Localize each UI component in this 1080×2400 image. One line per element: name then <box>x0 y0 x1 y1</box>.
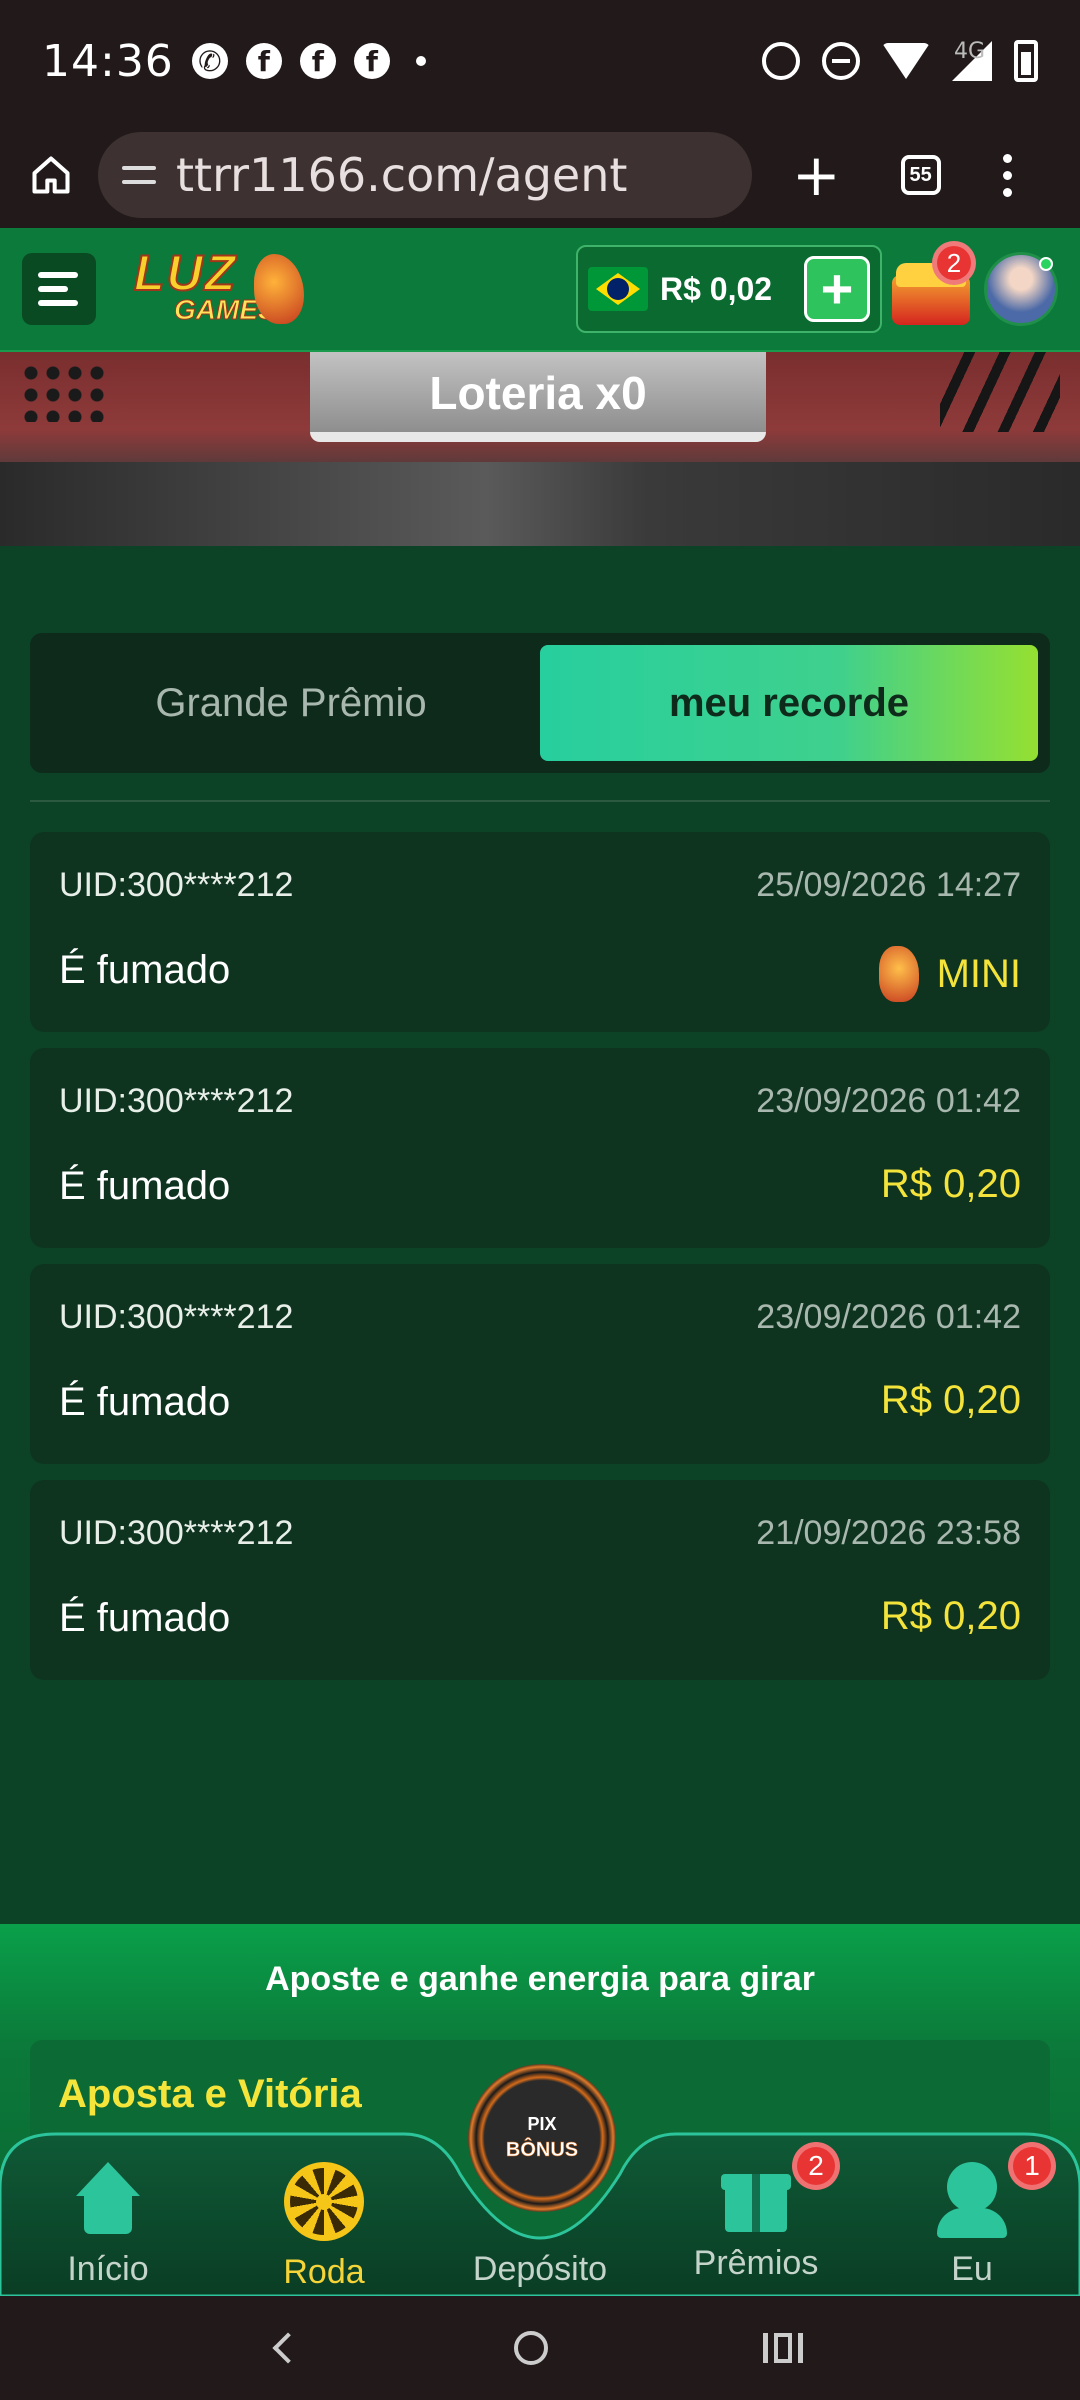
do-not-disturb-icon <box>822 42 860 80</box>
records-list: UID:300****212 25/09/2026 14:27 É fumado… <box>30 832 1050 1696</box>
pix-label: PIX <box>527 2114 557 2134</box>
lottery-label: Loteria x0 <box>429 367 647 419</box>
facebook-icon: f <box>353 43 390 79</box>
lottery-button[interactable]: Loteria x0 <box>310 352 766 442</box>
home-icon <box>70 2162 146 2238</box>
record-item: UID:300****212 23/09/2026 01:42 É fumado… <box>30 1264 1050 1464</box>
network-type: 4G <box>954 39 986 64</box>
more-notifications-dot <box>415 56 426 66</box>
bottom-tab-bar: Início Roda PIX BÔNUS Depósito Prêmios 2… <box>0 2064 1080 2296</box>
divider <box>30 800 1050 802</box>
tab-grand-prize[interactable]: Grande Prêmio <box>42 645 540 761</box>
battery-icon <box>1014 40 1038 82</box>
home-circle-icon[interactable] <box>513 2331 548 2365</box>
balance-amount: R$ 0,02 <box>660 270 773 307</box>
promo-card-title: Aposta e Vitória <box>58 2072 362 2116</box>
address-bar[interactable]: ttrr1166.com/agent <box>98 132 752 218</box>
record-uid: UID:300****212 <box>59 1082 294 1120</box>
user-icon <box>937 2162 1007 2238</box>
dragon-prize-icon <box>878 946 919 1002</box>
status-bar: 14:36 ✆ f f f 4G <box>0 0 1080 122</box>
promo-title: Aposte e ganhe energia para girar <box>265 1960 815 1998</box>
record-label: É fumado <box>59 1164 231 1208</box>
record-label: É fumado <box>59 948 231 992</box>
record-label: É fumado <box>59 1380 231 1424</box>
tab-my-record[interactable]: meu recorde <box>540 645 1038 761</box>
browser-toolbar: ttrr1166.com/agent + 55 <box>0 122 1080 228</box>
browser-menu-button[interactable] <box>1002 153 1012 197</box>
record-item: UID:300****212 21/09/2026 23:58 É fumado… <box>30 1480 1050 1680</box>
record-prize-value: MINI <box>936 951 1021 996</box>
lottery-banner: Loteria x0 <box>0 352 1080 546</box>
new-tab-button[interactable]: + <box>792 146 841 204</box>
eu-badge: 1 <box>1008 2142 1056 2190</box>
record-uid: UID:300****212 <box>59 1514 294 1552</box>
add-funds-button[interactable]: + <box>804 256 870 322</box>
record-label: É fumado <box>59 1596 231 1640</box>
hamburger-menu-button[interactable] <box>22 253 96 325</box>
record-uid: UID:300****212 <box>59 866 294 904</box>
wifi-icon <box>882 43 930 79</box>
chest-badge: 2 <box>932 241 976 285</box>
record-item: UID:300****212 23/09/2026 01:42 É fumado… <box>30 1048 1050 1248</box>
back-icon[interactable] <box>272 2332 304 2364</box>
online-status-dot <box>1039 257 1053 271</box>
record-prize-value: R$ 0,20 <box>880 1378 1021 1422</box>
status-time: 14:36 <box>42 35 174 87</box>
android-nav-bar <box>0 2296 1080 2400</box>
dragon-mascot-icon <box>254 254 304 324</box>
record-date: 23/09/2026 01:42 <box>756 1298 1021 1336</box>
tab-deposito[interactable]: Depósito <box>450 2162 630 2292</box>
avatar[interactable] <box>984 252 1058 326</box>
bonus-label: BÔNUS <box>505 2139 579 2162</box>
tab-roda[interactable]: Roda <box>234 2162 414 2292</box>
recent-apps-icon[interactable] <box>762 2333 803 2363</box>
app-header: LUZ GAMES R$ 0,02 + 2 <box>0 228 1080 352</box>
notification-icons: ✆ f f f <box>191 43 426 79</box>
record-date: 25/09/2026 14:27 <box>756 866 1021 904</box>
tab-inicio[interactable]: Início <box>18 2162 198 2292</box>
signal-icon: 4G <box>952 39 992 81</box>
facebook-icon: f <box>245 43 282 79</box>
tab-deposito-label: Depósito <box>472 2250 608 2288</box>
record-date: 21/09/2026 23:58 <box>756 1514 1021 1552</box>
alarm-icon <box>762 42 800 80</box>
premios-badge: 2 <box>792 2142 840 2190</box>
record-date: 23/09/2026 01:42 <box>756 1082 1021 1120</box>
treasure-chest-button[interactable]: 2 <box>892 241 976 329</box>
tab-inicio-label: Início <box>67 2250 149 2288</box>
whatsapp-icon: ✆ <box>191 43 228 79</box>
home-icon <box>32 156 70 194</box>
record-prize-value: R$ 0,20 <box>880 1594 1021 1638</box>
record-prize: MINI <box>878 946 1021 1002</box>
record-prize-value: R$ 0,20 <box>880 1162 1021 1206</box>
record-uid: UID:300****212 <box>59 1298 294 1336</box>
record-item: UID:300****212 25/09/2026 14:27 É fumado… <box>30 832 1050 1032</box>
url-text: ttrr1166.com/agent <box>176 148 628 202</box>
brand-logo[interactable]: LUZ GAMES <box>133 244 304 334</box>
browser-home-button[interactable] <box>28 152 74 198</box>
wheel-icon <box>284 2162 364 2241</box>
record-tabs: Grande Prêmio meu recorde <box>30 633 1050 773</box>
brazil-flag-icon <box>588 267 648 311</box>
site-settings-icon[interactable] <box>122 160 156 190</box>
facebook-icon: f <box>299 43 336 79</box>
balance-widget: R$ 0,02 + <box>576 245 882 333</box>
tab-roda-label: Roda <box>283 2253 365 2291</box>
gift-icon <box>721 2162 791 2232</box>
tab-switcher-button[interactable]: 55 <box>900 155 941 195</box>
tab-eu-label: Eu <box>951 2250 993 2288</box>
tab-premios-label: Prêmios <box>693 2244 819 2282</box>
